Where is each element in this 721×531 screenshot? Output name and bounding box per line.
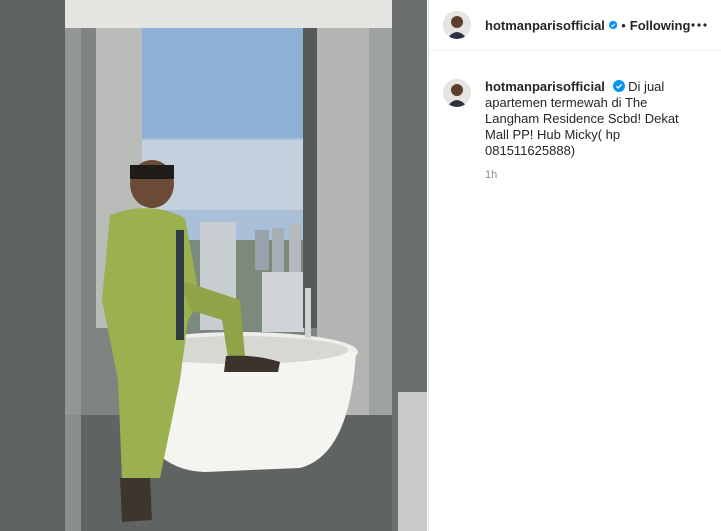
- more-options-icon[interactable]: [690, 13, 707, 37]
- caption-username[interactable]: hotmanparisofficial: [485, 79, 605, 94]
- verified-badge-icon: [608, 20, 618, 30]
- following-button[interactable]: Following: [630, 18, 691, 33]
- caption-author-avatar[interactable]: [443, 79, 471, 107]
- post-caption: hotmanparisofficial Di jual apartemen te…: [429, 51, 721, 181]
- author-username[interactable]: hotmanparisofficial: [485, 18, 605, 33]
- post-header: hotmanparisofficial • Following: [429, 0, 721, 51]
- author-avatar[interactable]: [443, 11, 471, 39]
- post-timestamp[interactable]: 1h: [485, 169, 695, 181]
- post-image[interactable]: [0, 0, 427, 531]
- caption-text-block: hotmanparisofficial Di jual apartemen te…: [485, 79, 695, 159]
- post-photo-graphic: [0, 0, 427, 531]
- verified-badge-icon: [612, 80, 625, 92]
- caption-body: hotmanparisofficial Di jual apartemen te…: [485, 79, 695, 181]
- post-details-panel: hotmanparisofficial • Following hotmanpa…: [428, 0, 721, 531]
- header-separator: •: [621, 17, 626, 33]
